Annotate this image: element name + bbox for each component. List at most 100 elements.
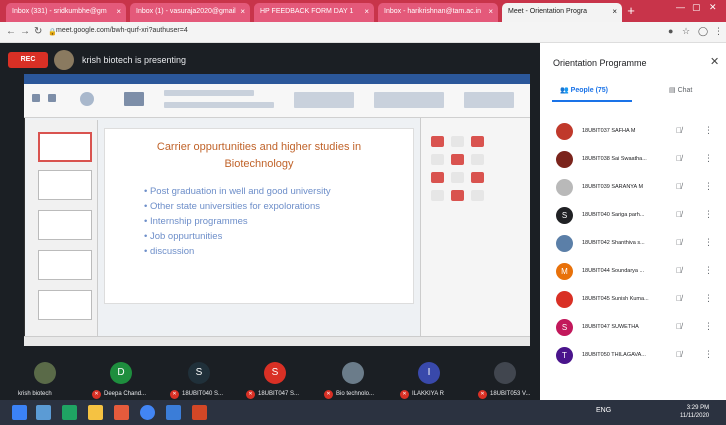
participant-row[interactable]: 18UBIT037 SAFHA M 🎙̸ ⋮: [552, 120, 722, 146]
mail-icon[interactable]: [166, 405, 181, 420]
avatar: [556, 291, 573, 308]
more-options-icon[interactable]: ⋮: [704, 321, 713, 332]
slide-thumbnail[interactable]: [38, 132, 92, 162]
more-options-icon[interactable]: ⋮: [704, 209, 713, 220]
browser-tab[interactable]: Inbox (331) - sridkumbhe@gm ×: [6, 3, 126, 22]
more-options-icon[interactable]: ⋮: [704, 125, 713, 136]
tab-chat[interactable]: ▤ Chat: [669, 86, 692, 94]
bullet-item: Post graduation in well and good univers…: [144, 184, 404, 199]
app-icon[interactable]: [62, 405, 77, 420]
ribbon-tool-icon: [48, 94, 56, 102]
close-icon[interactable]: ×: [488, 7, 493, 16]
design-option[interactable]: [451, 190, 464, 201]
participant-row[interactable]: S 18UBIT040 Sariga parh... 🎙̸ ⋮: [552, 204, 722, 230]
participant-row[interactable]: 18UBIT042 Shanthiva s... 🎙̸ ⋮: [552, 232, 722, 258]
more-options-icon[interactable]: ⋮: [704, 293, 713, 304]
more-options-icon[interactable]: ⋮: [704, 265, 713, 276]
tab-people[interactable]: 👥 People (75): [560, 86, 608, 94]
participant-name: 18UBIT037 SAFHA M: [582, 128, 636, 134]
close-icon[interactable]: ✕: [710, 55, 719, 68]
design-option[interactable]: [431, 136, 444, 147]
notes-bar[interactable]: [100, 322, 430, 334]
close-icon[interactable]: ×: [612, 7, 617, 16]
design-option[interactable]: [451, 172, 464, 183]
extension-icon[interactable]: ●: [668, 26, 673, 36]
design-option[interactable]: [451, 136, 464, 147]
reload-icon[interactable]: ↻: [34, 26, 42, 37]
avatar[interactable]: [494, 362, 516, 384]
participant-row[interactable]: 18UBIT045 Sunish Kuma... 🎙̸ ⋮: [552, 288, 722, 314]
windows-start-icon[interactable]: [12, 405, 27, 420]
avatar[interactable]: S: [264, 362, 286, 384]
profile-icon[interactable]: ◯: [698, 26, 708, 37]
design-option[interactable]: [431, 190, 444, 201]
mic-off-icon: ✕: [246, 390, 255, 399]
design-option[interactable]: [451, 154, 464, 165]
avatar-initial: S: [271, 367, 279, 378]
taskbar-clock[interactable]: 3:29 PM 11/11/2020: [680, 404, 709, 420]
participant-name: 18UBIT045 Sunish Kuma...: [582, 296, 649, 302]
participant-row[interactable]: 18UBIT038 Sai Swaatha... 🎙̸ ⋮: [552, 148, 722, 174]
close-window-icon[interactable]: ✕: [709, 2, 717, 13]
more-options-icon[interactable]: ⋮: [704, 237, 713, 248]
design-option[interactable]: [471, 136, 484, 147]
panel-title: Orientation Programme: [553, 58, 647, 68]
participant-name: 18UBIT039 SARANYA M: [582, 184, 644, 190]
avatar[interactable]: S: [188, 362, 210, 384]
design-option[interactable]: [431, 154, 444, 165]
tray-lang[interactable]: ENG: [596, 407, 611, 414]
participant-name: 18UBIT042 Shanthiva s...: [582, 240, 645, 246]
avatar: [556, 123, 573, 140]
new-tab-button[interactable]: +: [624, 4, 638, 18]
participant-name: 18UBIT040 Sariga parh...: [582, 212, 645, 218]
mic-off-icon: 🎙̸: [676, 266, 682, 275]
browser-tab[interactable]: Inbox (1) - vasuraja2020@gmail ×: [130, 3, 250, 22]
bullet-item: discussion: [144, 244, 404, 259]
slide-thumbnail[interactable]: [38, 290, 92, 320]
slide-thumbnail[interactable]: [38, 170, 92, 200]
search-icon[interactable]: [36, 405, 51, 420]
more-options-icon[interactable]: ⋮: [704, 349, 713, 360]
clock-date: 11/11/2020: [680, 413, 710, 419]
maximize-icon[interactable]: ▢: [692, 2, 701, 13]
avatar[interactable]: D: [110, 362, 132, 384]
file-explorer-icon[interactable]: [88, 405, 103, 420]
design-option[interactable]: [471, 190, 484, 201]
avatar: T: [556, 347, 573, 364]
avatar[interactable]: [342, 362, 364, 384]
participant-row[interactable]: M 18UBIT044 Soundarya ... 🎙̸ ⋮: [552, 260, 722, 286]
avatar[interactable]: [34, 362, 56, 384]
url-field[interactable]: meet.google.com/bwh-qurf-xri?authuser=4: [56, 27, 188, 34]
address-bar: ← → ↻ 🔒 meet.google.com/bwh-qurf-xri?aut…: [0, 22, 726, 43]
avatar[interactable]: I: [418, 362, 440, 384]
powerpoint-icon[interactable]: [192, 405, 207, 420]
avatar: S: [556, 319, 573, 336]
chrome-icon[interactable]: [140, 405, 155, 420]
slide-thumbnail[interactable]: [38, 250, 92, 280]
design-option[interactable]: [431, 172, 444, 183]
firefox-icon[interactable]: [114, 405, 129, 420]
participant-row[interactable]: 18UBIT039 SARANYA M 🎙̸ ⋮: [552, 176, 722, 202]
tile-name: krish biotech: [18, 391, 52, 397]
slide-title-line: Carrier oppurtunities and higher studies…: [156, 141, 362, 153]
participant-row[interactable]: T 18UBIT050 THILAGAVA... 🎙̸ ⋮: [552, 344, 722, 370]
design-option[interactable]: [471, 172, 484, 183]
close-icon[interactable]: ×: [240, 7, 245, 16]
more-options-icon[interactable]: ⋮: [704, 153, 713, 164]
back-icon[interactable]: ←: [6, 26, 16, 37]
more-options-icon[interactable]: ⋮: [704, 181, 713, 192]
forward-icon[interactable]: →: [20, 26, 30, 37]
design-option[interactable]: [471, 154, 484, 165]
bookmark-star-icon[interactable]: ☆: [682, 26, 690, 37]
close-icon[interactable]: ×: [116, 7, 121, 16]
bullet-item: Internship programmes: [144, 214, 404, 229]
browser-tab[interactable]: Inbox - harikrishnan@tam.ac.in ×: [378, 3, 498, 22]
slide-thumbnail[interactable]: [38, 210, 92, 240]
participant-row[interactable]: S 18UBIT047 SUWETHA 🎙̸ ⋮: [552, 316, 722, 342]
close-icon[interactable]: ×: [364, 7, 369, 16]
browser-tab[interactable]: HP FEEDBACK FORM DAY 1 ×: [254, 3, 374, 22]
minimize-icon[interactable]: —: [676, 2, 685, 12]
browser-tab-active[interactable]: Meet - Orientation Progra ×: [502, 3, 622, 22]
tab-label: Inbox (1) - vasuraja2020@gmail: [136, 8, 236, 15]
menu-icon[interactable]: ⋮: [714, 26, 723, 37]
